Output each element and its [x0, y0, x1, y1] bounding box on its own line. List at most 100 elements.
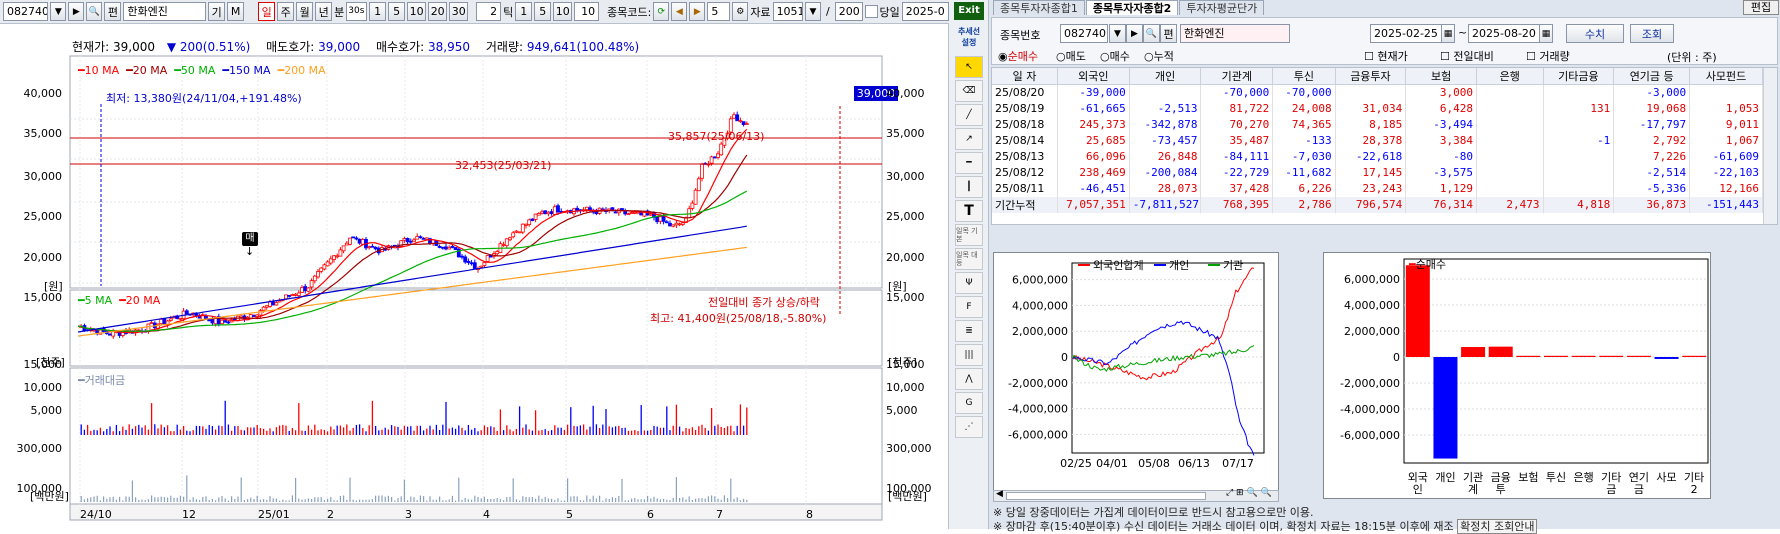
period-day-button[interactable]: 일 [258, 2, 276, 21]
zoom-icons[interactable]: ⤢ ⊞ 🔍 🔍 [1226, 488, 1272, 498]
horizontal-line-icon[interactable]: ━ [955, 152, 983, 174]
settings-icon[interactable]: ⚙ [732, 2, 749, 21]
line-tool-icon[interactable]: ╱ [955, 104, 983, 126]
tick-1-button[interactable]: 1 [515, 2, 533, 21]
ki-button[interactable]: 기 [208, 2, 226, 21]
min-1-button[interactable]: 1 [369, 2, 387, 21]
candle-body [530, 218, 535, 222]
prev-icon[interactable]: ◀ [671, 2, 688, 21]
filter-dropdown-icon[interactable]: ▼ [1109, 24, 1126, 43]
search-button[interactable]: 조회 [1630, 24, 1674, 43]
next-icon[interactable]: ▶ [689, 2, 706, 21]
radio-netbuy[interactable]: ◉순매수 [998, 48, 1038, 64]
ilmok-basic-button[interactable]: 일목 기본 [955, 224, 983, 246]
col-header[interactable]: 기관계 [1200, 68, 1274, 85]
col-header[interactable]: 사모펀드 [1689, 68, 1763, 85]
min-30-button[interactable]: 30 [449, 2, 469, 21]
col-header[interactable]: 연기금 등 [1613, 68, 1691, 85]
filter-edit-button[interactable]: 편 [1160, 24, 1177, 43]
col-header[interactable]: 은행 [1476, 68, 1544, 85]
scroll-left-icon[interactable]: ◀ [996, 489, 1003, 499]
table-row[interactable]: 25/08/14 25,685 -73,457 35,487 -133 28,378 3,3… [992, 132, 1763, 149]
check-volume[interactable]: ☐ 거래량 [1526, 48, 1570, 64]
min-10-button[interactable]: 10 [407, 2, 427, 21]
jaryo-dropdown-icon[interactable]: ▼ [804, 2, 821, 21]
scroll-thumb[interactable] [1006, 492, 1206, 500]
stock-code-input[interactable]: 082740 [3, 2, 49, 21]
col-header[interactable]: 외국인 [1057, 68, 1130, 85]
check-current-price[interactable]: ☐ 현재가 [1364, 48, 1408, 64]
edit-tab-button[interactable]: 편집 [1743, 0, 1779, 15]
confirm-button[interactable]: 확정치 조회안내 [1457, 519, 1538, 534]
count-input[interactable]: 200 [834, 2, 864, 21]
exit-button[interactable]: Exit [954, 2, 984, 20]
from-calendar-icon[interactable]: ▦ [1441, 24, 1455, 43]
col-header[interactable]: 일 자 [992, 68, 1058, 85]
to-calendar-icon[interactable]: ▦ [1539, 24, 1553, 43]
radio-buy[interactable]: ○매수 [1100, 48, 1130, 64]
text-tool-icon[interactable]: T [955, 200, 983, 222]
to-date-input[interactable]: 2025-08-20 [1468, 24, 1540, 43]
tick-input[interactable]: 2 [476, 2, 502, 21]
gann-grid-icon[interactable]: G [955, 392, 983, 414]
period-week-button[interactable]: 주 [277, 2, 295, 21]
table-row[interactable]: 25/08/18 245,373 -342,878 70,270 74,365 8,185… [992, 116, 1763, 133]
radio-sell[interactable]: ○매도 [1056, 48, 1086, 64]
fibonacci-fan-icon[interactable]: F [955, 296, 983, 318]
col-header[interactable]: 보험 [1405, 68, 1477, 85]
tick-custom-input[interactable]: 10 [574, 2, 600, 21]
period-month-button[interactable]: 월 [296, 2, 314, 21]
table-row[interactable]: 25/08/13 66,096 26,848 -84,111 -7,030 -22,618… [992, 148, 1763, 165]
refresh-icon[interactable]: ⟳ [653, 2, 670, 21]
search-icon[interactable]: 🔍 [86, 2, 103, 21]
channel-icon[interactable]: ≣ [955, 320, 983, 342]
table-cell: -80 [1405, 148, 1477, 165]
radio-cumulative[interactable]: ○누적 [1144, 48, 1174, 64]
tick-5-button[interactable]: 5 [534, 2, 552, 21]
line-chart-scrollbar[interactable]: ◀ ⤢ ⊞ 🔍 🔍 [993, 488, 1279, 502]
eraser-icon[interactable]: ⌫ [955, 80, 983, 102]
jaryo-select[interactable]: 1051 [772, 2, 803, 21]
next-arrow-icon[interactable]: ▶ [68, 2, 85, 21]
tab-investor2[interactable]: 종목투자자종합2 [1085, 0, 1179, 15]
col-header[interactable]: 투신 [1272, 68, 1336, 85]
col-header[interactable]: 기타금융 [1543, 68, 1615, 85]
check-prev-change[interactable]: ☐ 전일대비 [1440, 48, 1494, 64]
dropdown-arrow-icon[interactable]: ▼ [50, 2, 67, 21]
date-input[interactable]: 2025-0 [901, 2, 949, 21]
vertical-line-icon[interactable]: ┃ [955, 176, 983, 198]
filter-search-icon[interactable]: 🔍 [1143, 24, 1160, 43]
table-scrollbar[interactable] [1763, 68, 1777, 224]
tick-10-button[interactable]: 10 [553, 2, 573, 21]
speed-line-icon[interactable]: ⋰ [955, 416, 983, 438]
ilmok-equal-button[interactable]: 일목 대등 [955, 248, 983, 270]
bars-icon[interactable]: ||| [955, 344, 983, 366]
minute-box[interactable]: 30s [346, 2, 368, 21]
col-header[interactable]: 금융투자 [1335, 68, 1407, 85]
gann-fan-icon[interactable]: ⋀ [955, 368, 983, 390]
filter-code-input[interactable]: 082740 [1060, 24, 1108, 43]
filter-next-icon[interactable]: ▶ [1126, 24, 1143, 43]
arrow-line-icon[interactable]: ↗ [955, 128, 983, 150]
page-input[interactable]: 5 [707, 2, 731, 21]
col-header[interactable]: 개인 [1129, 68, 1202, 85]
period-year-button[interactable]: 년 [315, 2, 333, 21]
fork-icon[interactable]: Ψ [955, 272, 983, 294]
table-row[interactable]: 25/08/12 238,469 -200,084 -22,729 -11,682 17,… [992, 164, 1763, 181]
table-row[interactable]: 25/08/11 -46,451 28,073 37,428 6,226 23,243 1,… [992, 180, 1763, 197]
from-date-input[interactable]: 2025-02-25 [1370, 24, 1442, 43]
min-5-button[interactable]: 5 [388, 2, 406, 21]
m-button[interactable]: M [227, 2, 245, 21]
value-button[interactable]: 수치 [1566, 24, 1624, 43]
trend-setting-button[interactable]: 추세선 설정 [954, 26, 984, 50]
cursor-icon[interactable]: ↖ [955, 56, 983, 78]
min-20-button[interactable]: 20 [428, 2, 448, 21]
table-row[interactable]: 25/08/19 -61,665 -2,513 81,722 24,008 31,034 6… [992, 100, 1763, 117]
total-row[interactable]: 기간누적 7,057,351 -7,811,527 768,395 2,786 796,5… [992, 196, 1763, 213]
tab-avg-price[interactable]: 투자자평균단가 [1179, 0, 1265, 15]
dangil-checkbox[interactable] [865, 5, 878, 18]
tab-investor1[interactable]: 종목투자자종합1 [993, 0, 1085, 15]
chart-area[interactable]: 현재가: 39,000 ▼ 200(0.51%) 매도호가: 39,000 매수… [0, 24, 949, 529]
table-row[interactable]: 25/08/20 -39,000 -70,000 -70,000 3,000 -3,000 [992, 84, 1763, 101]
edit-button[interactable]: 편 [104, 2, 122, 21]
